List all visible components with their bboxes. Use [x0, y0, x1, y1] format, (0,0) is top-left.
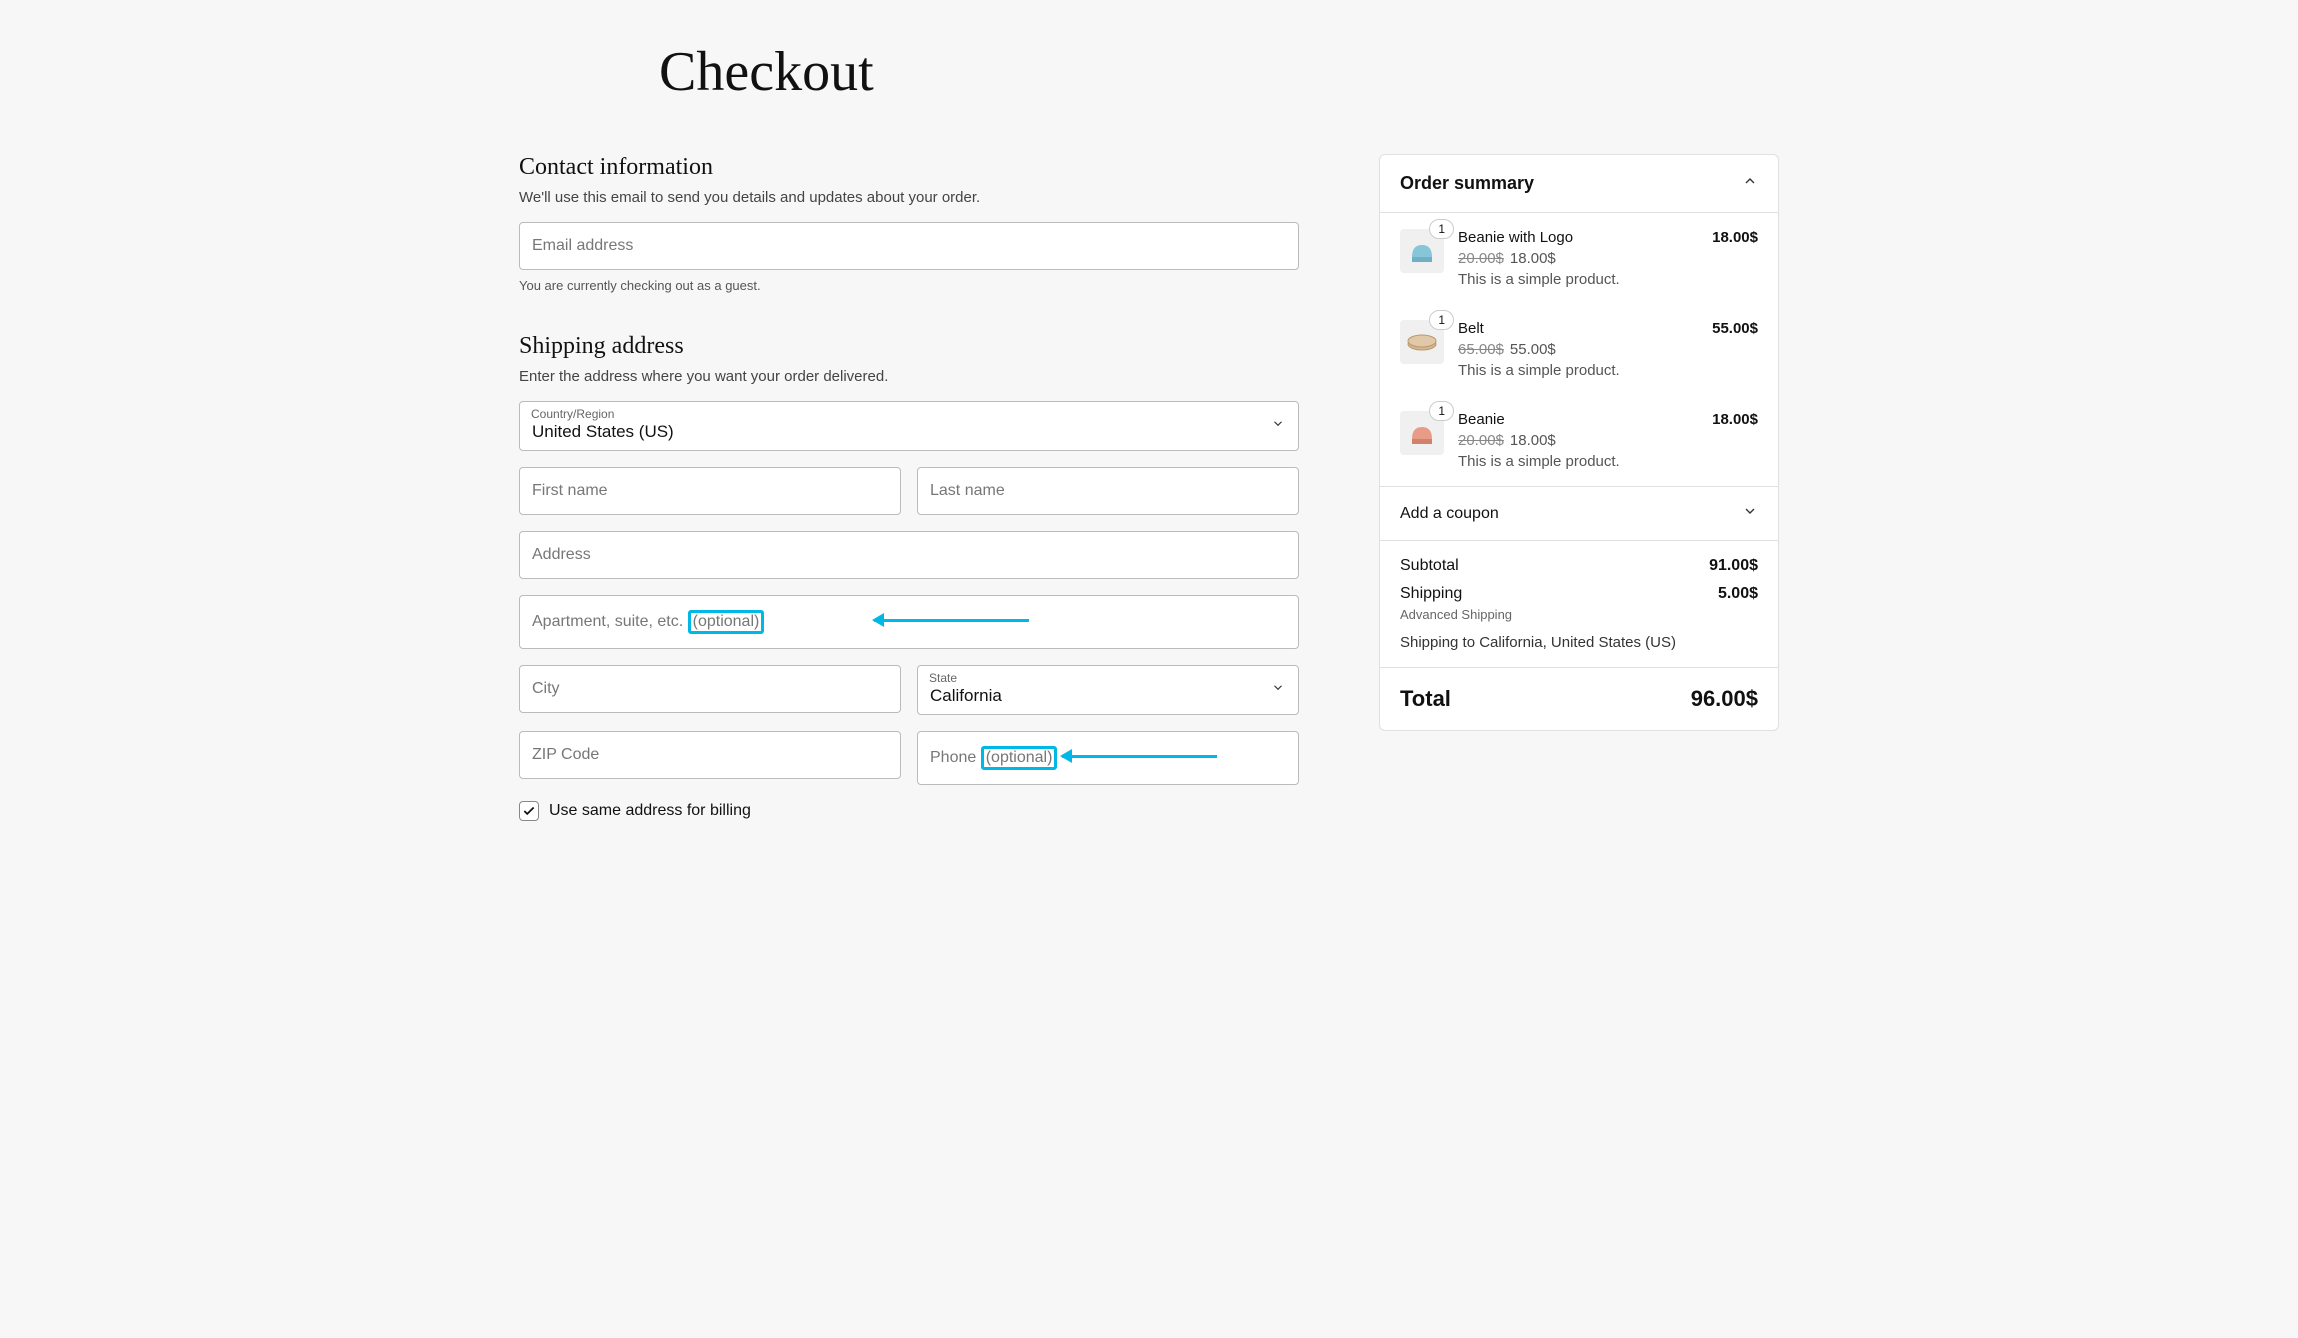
item-thumbnail: 1 — [1400, 320, 1444, 364]
item-sale-price: 18.00$ — [1510, 432, 1556, 449]
item-line-total: 18.00$ — [1712, 411, 1758, 428]
summary-toggle[interactable]: Order summary — [1380, 155, 1778, 213]
address-field[interactable] — [519, 531, 1299, 579]
item-thumbnail: 1 — [1400, 411, 1444, 455]
item-thumbnail: 1 — [1400, 229, 1444, 273]
contact-section: Contact information We'll use this email… — [519, 154, 1299, 293]
first-name-field[interactable] — [519, 467, 901, 515]
summary-title: Order summary — [1400, 173, 1534, 194]
checkout-form: Contact information We'll use this email… — [519, 154, 1299, 861]
item-name: Beanie — [1458, 411, 1505, 428]
shipping-value: 5.00$ — [1718, 585, 1758, 603]
email-field[interactable] — [519, 222, 1299, 270]
qty-badge: 1 — [1429, 219, 1454, 239]
item-desc: This is a simple product. — [1458, 362, 1758, 379]
coupon-toggle[interactable]: Add a coupon — [1380, 486, 1778, 541]
item-orig-price: 20.00$ — [1458, 250, 1504, 267]
check-icon — [522, 804, 536, 818]
state-value: California — [917, 665, 1299, 715]
phone-field[interactable]: Phone (optional) — [917, 731, 1299, 785]
cart-item: 1 Belt 55.00$ 65.00$ 55.00$ This is a simp… — [1380, 304, 1778, 395]
contact-desc: We'll use this email to send you details… — [519, 189, 1299, 206]
apt-field[interactable]: Apartment, suite, etc. (optional) — [519, 595, 1299, 649]
item-line-total: 18.00$ — [1712, 229, 1758, 246]
shipping-desc: Enter the address where you want your or… — [519, 368, 1299, 385]
annotation-optional-phone: (optional) — [981, 746, 1058, 770]
item-name: Beanie with Logo — [1458, 229, 1573, 246]
item-orig-price: 65.00$ — [1458, 341, 1504, 358]
last-name-field[interactable] — [917, 467, 1299, 515]
country-label: Country/Region — [531, 407, 614, 421]
item-sale-price: 55.00$ — [1510, 341, 1556, 358]
cart-item: 1 Beanie 18.00$ 20.00$ 18.00$ This is a si… — [1380, 395, 1778, 486]
annotation-optional-apt: (optional) — [688, 610, 765, 634]
same-billing-checkbox[interactable] — [519, 801, 539, 821]
total-value: 96.00$ — [1691, 686, 1758, 712]
country-value: United States (US) — [519, 401, 1299, 451]
shipping-label: Shipping — [1400, 585, 1462, 603]
apt-field-wrap: Apartment, suite, etc. (optional) — [519, 595, 1299, 649]
page-title: Checkout — [659, 40, 1779, 104]
item-line-total: 55.00$ — [1712, 320, 1758, 337]
country-select[interactable]: Country/Region United States (US) — [519, 401, 1299, 451]
shipping-dest: Shipping to California, United States (U… — [1400, 634, 1758, 651]
chevron-up-icon — [1742, 173, 1758, 194]
total-label: Total — [1400, 686, 1451, 712]
zip-field[interactable] — [519, 731, 901, 779]
state-select[interactable]: State California — [917, 665, 1299, 715]
item-orig-price: 20.00$ — [1458, 432, 1504, 449]
qty-badge: 1 — [1429, 310, 1454, 330]
cart-item: 1 Beanie with Logo 18.00$ 20.00$ 18.00$ Th… — [1380, 213, 1778, 304]
subtotal-label: Subtotal — [1400, 557, 1459, 575]
order-summary: Order summary 1 Beanie with Logo 18.00$ 2… — [1379, 154, 1779, 731]
same-billing-label: Use same address for billing — [549, 802, 751, 820]
shipping-note: Advanced Shipping — [1400, 607, 1758, 622]
annotation-arrow — [1062, 755, 1217, 758]
contact-heading: Contact information — [519, 154, 1299, 181]
annotation-arrow — [874, 619, 1029, 622]
shipping-heading: Shipping address — [519, 333, 1299, 360]
item-name: Belt — [1458, 320, 1484, 337]
item-desc: This is a simple product. — [1458, 453, 1758, 470]
subtotal-value: 91.00$ — [1709, 557, 1758, 575]
item-sale-price: 18.00$ — [1510, 250, 1556, 267]
guest-note: You are currently checking out as a gues… — [519, 278, 1299, 293]
state-label: State — [929, 671, 957, 685]
item-desc: This is a simple product. — [1458, 271, 1758, 288]
shipping-section: Shipping address Enter the address where… — [519, 333, 1299, 821]
city-field[interactable] — [519, 665, 901, 713]
qty-badge: 1 — [1429, 401, 1454, 421]
chevron-down-icon — [1742, 503, 1758, 524]
coupon-label: Add a coupon — [1400, 505, 1499, 523]
